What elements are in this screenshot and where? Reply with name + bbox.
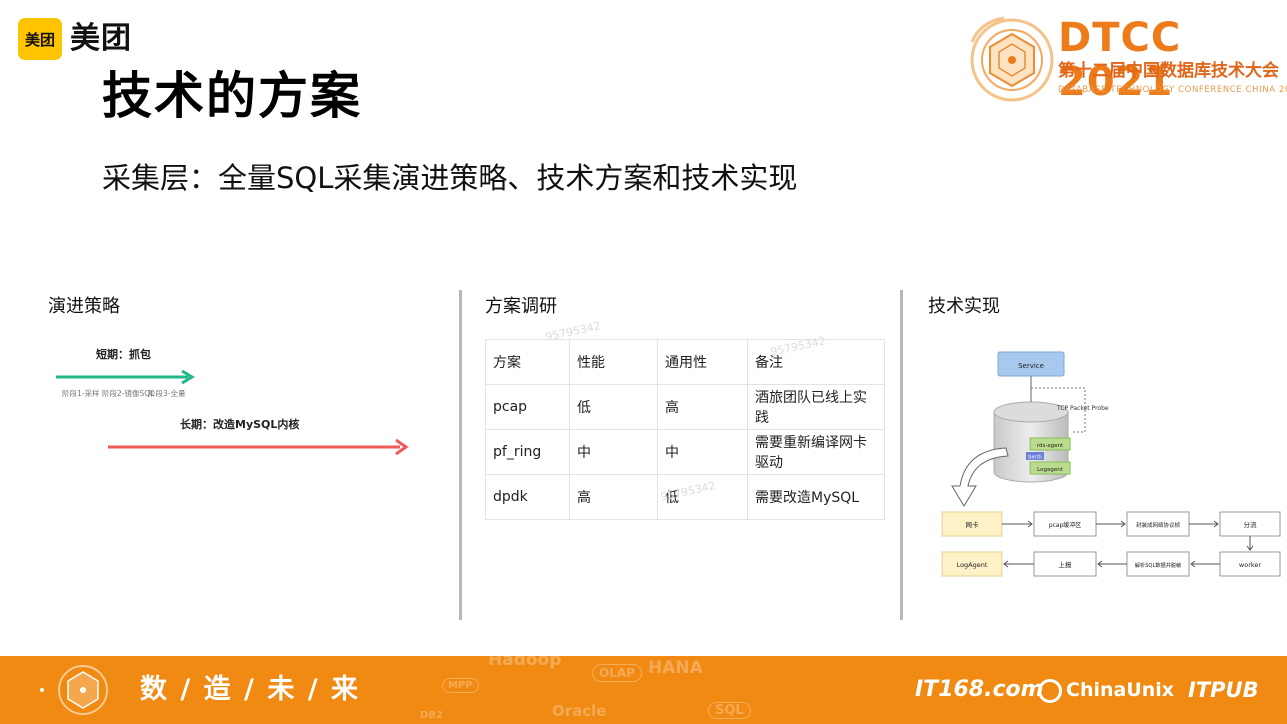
footer-slogan: 数 / 造 / 未 / 来 (140, 674, 360, 705)
table-header-cell: 方案 (485, 339, 570, 385)
table-cell: pf_ring (485, 429, 570, 475)
table-cell: pcap (485, 384, 570, 430)
probe-label: TCP Packet Probe (1056, 405, 1109, 412)
dispatch-label: 分流 (1244, 520, 1258, 529)
research-heading: 方案调研 (485, 296, 557, 317)
table-cell: 酒旅团队已线上实践 (747, 384, 885, 430)
page-title: 技术的方案 (102, 67, 362, 125)
chinaunix-icon (1038, 678, 1062, 703)
chinaunix-label: ChinaUnix (1066, 679, 1175, 701)
itpub-logo: ITPUB (1188, 678, 1259, 702)
implementation-diagram: Service TCP Packet Probe rds-agent berth… (941, 351, 1281, 577)
table-cell: dpdk (485, 474, 570, 520)
footer-banner: 数 / 造 / 未 / 来 Hadoop OLAP HANA MPP DB2 O… (0, 656, 1287, 724)
nic-label: 网卡 (966, 520, 980, 529)
table-cell: 中 (569, 429, 658, 475)
implementation-heading: 技术实现 (928, 296, 1000, 317)
it168-logo: IT168.com (915, 677, 1044, 702)
footer-bg-word: SQL (708, 702, 751, 719)
logagent-small-label: Logagent (1037, 467, 1064, 473)
parse-label: 解析SQL数据并脱敏 (1135, 561, 1182, 569)
table-header-cell: 性能 (569, 339, 658, 385)
meituan-logo-badge: 美团 (18, 18, 62, 60)
footer-bg-word: MPP (442, 678, 479, 693)
table-cell: 高 (569, 474, 658, 520)
chinaunix-logo: ChinaUnix (1038, 656, 1174, 724)
logagent-label: LogAgent (957, 561, 988, 569)
strategy-diagram: 短期：抓包 阶段1-采样 阶段2-镜像SQL 阶段3-全量 长期：改造MySQL… (56, 347, 409, 456)
footer-bg-word: DB2 (420, 710, 443, 721)
short-term-label: 短期：抓包 (96, 347, 151, 361)
footer-bg-word: HANA (648, 658, 703, 678)
dtcc-title-en: DATABASE TECHNOLOGY CONFERENCE CHINA 202… (1058, 85, 1287, 95)
stage-label-1: 阶段1-采样 (62, 388, 100, 398)
stage-label-3: 阶段3-全量 (148, 388, 186, 398)
table-cell: 需要重新编译网卡驱动 (747, 429, 885, 475)
dtcc-emblem-icon (970, 16, 1054, 102)
berth-label: berth (1028, 455, 1041, 461)
rds-agent-label: rds-agent (1037, 443, 1064, 449)
footer-emblem-icon (40, 665, 108, 715)
column-divider-2 (900, 290, 903, 620)
service-label: Service (1018, 362, 1044, 370)
footer-bg-word: Oracle (552, 702, 607, 720)
table-cell: 低 (569, 384, 658, 430)
table-cell: 需要改造MySQL (747, 474, 885, 520)
table-row: pcap 低 高 酒旅团队已线上实践 (485, 384, 885, 430)
footer-bg-word: OLAP (592, 664, 642, 682)
pcap-buffer-label: pcap缓冲区 (1049, 521, 1082, 529)
meituan-logo-text: 美团 (70, 21, 132, 56)
encapsulate-label: 封装成网络协议帧 (1136, 521, 1181, 529)
long-term-label: 长期：改造MySQL内核 (180, 417, 299, 431)
table-header-cell: 通用性 (657, 339, 748, 385)
column-divider-1 (459, 290, 462, 620)
report-label: 上报 (1059, 560, 1073, 569)
footer-bg-word: Hadoop (488, 656, 562, 670)
worker-label: worker (1239, 561, 1261, 569)
dtcc-logo: DTCC 2021 第十二届中国数据库技术大会 DATABASE TECHNOL… (960, 8, 1287, 108)
dtcc-title-cn: 第十二届中国数据库技术大会 (1058, 61, 1279, 81)
table-cell: 高 (657, 384, 748, 430)
table-cell: 中 (657, 429, 748, 475)
page-subtitle: 采集层：全量SQL采集演进策略、技术方案和技术实现 (102, 161, 798, 195)
table-row: pf_ring 中 中 需要重新编译网卡驱动 (485, 429, 885, 475)
strategy-heading: 演进策略 (48, 296, 120, 317)
